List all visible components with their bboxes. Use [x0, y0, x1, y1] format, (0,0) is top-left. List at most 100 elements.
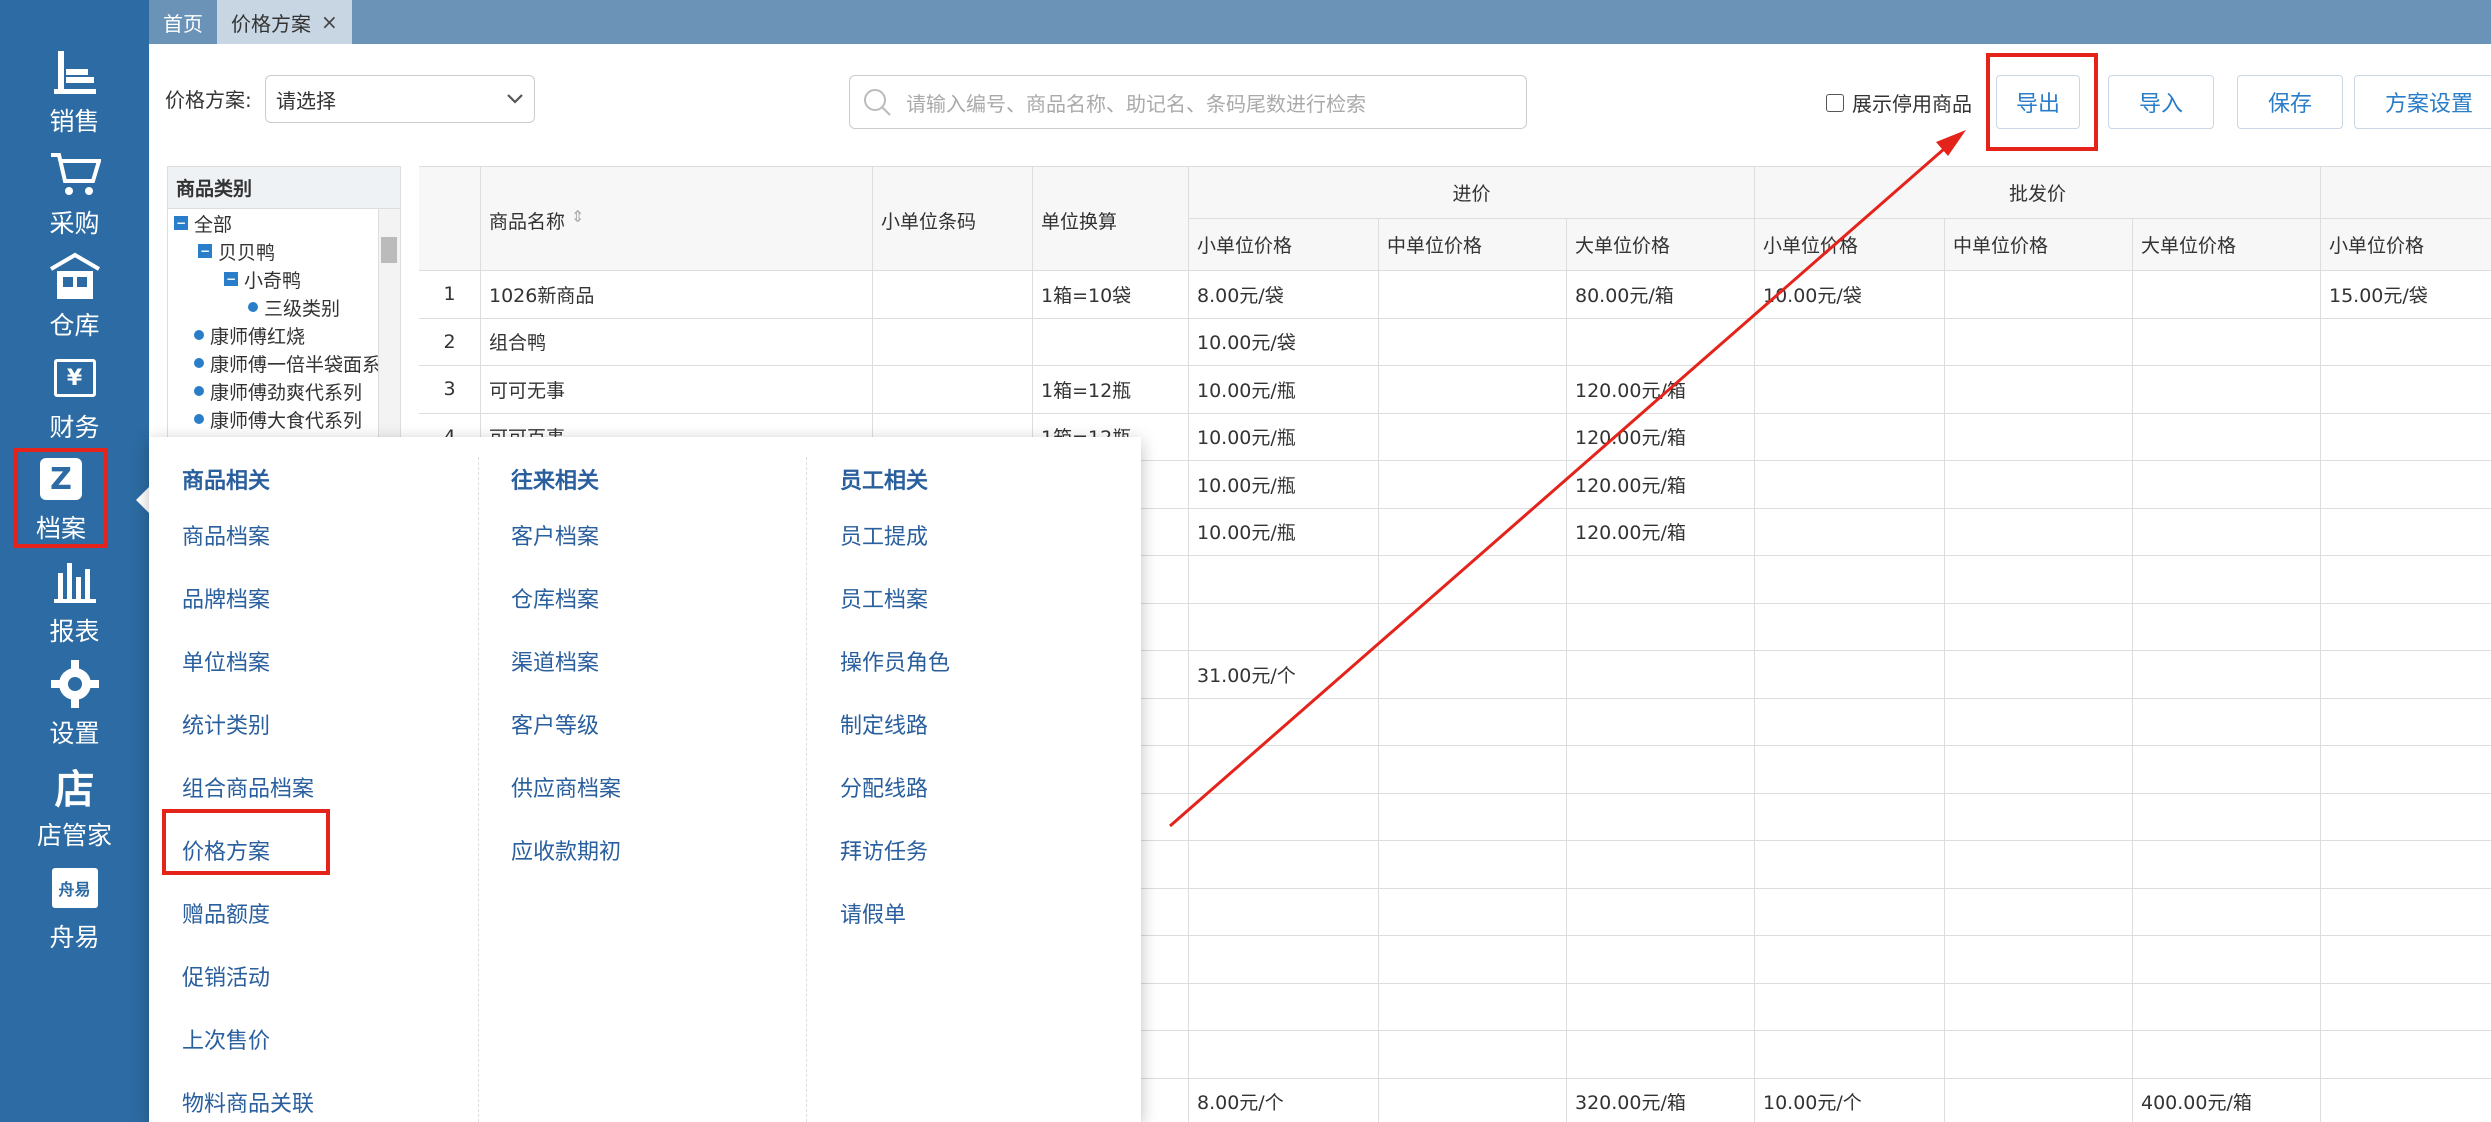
table-cell[interactable] [1567, 936, 1755, 984]
menu-item[interactable]: 操作员角色 [840, 645, 950, 677]
table-cell[interactable] [1189, 698, 1379, 746]
table-cell[interactable] [2321, 509, 2491, 556]
table-cell[interactable] [1189, 888, 1379, 936]
menu-item[interactable]: 客户档案 [511, 519, 599, 551]
table-cell[interactable] [1379, 271, 1567, 319]
show-disabled-toggle[interactable]: 展示停用商品 [1826, 88, 1972, 117]
menu-item[interactable]: 统计类别 [182, 708, 270, 740]
nav-gear[interactable]: 设置 [0, 652, 149, 754]
table-cell[interactable] [1945, 1078, 2133, 1122]
table-cell[interactable]: 80.00元/箱 [1567, 271, 1755, 319]
table-cell[interactable] [1755, 793, 1945, 841]
table-cell[interactable] [1379, 413, 1567, 461]
table-cell[interactable]: 10.00元/袋 [1189, 318, 1379, 366]
nav-cart[interactable]: 采购 [0, 142, 149, 244]
table-cell[interactable] [2321, 889, 2491, 936]
table-cell[interactable] [1189, 793, 1379, 841]
table-cell[interactable]: 15.00元/袋 [2321, 271, 2491, 319]
table-cell[interactable] [1379, 1031, 1567, 1079]
table-cell[interactable]: 10.00元/袋 [1755, 271, 1945, 319]
table-cell[interactable] [1945, 698, 2133, 746]
table-cell[interactable] [2133, 1031, 2321, 1079]
save-button[interactable]: 保存 [2237, 75, 2343, 129]
table-cell[interactable] [2321, 1079, 2491, 1122]
table-cell[interactable]: 可可无事 [481, 366, 873, 414]
table-cell[interactable] [2321, 556, 2491, 604]
menu-item[interactable]: 商品档案 [182, 519, 270, 551]
table-cell[interactable] [2321, 604, 2491, 651]
table-cell[interactable]: 1026新商品 [481, 271, 873, 319]
table-cell[interactable] [1189, 936, 1379, 984]
table-cell[interactable] [1945, 271, 2133, 319]
collapse-icon[interactable]: − [224, 272, 238, 286]
table-cell[interactable] [1755, 936, 1945, 984]
table-cell[interactable] [1379, 698, 1567, 746]
tree-item[interactable]: 三级类别 [168, 293, 400, 321]
table-cell[interactable] [1379, 461, 1567, 509]
table-cell[interactable] [1379, 888, 1567, 936]
table-cell[interactable] [1567, 983, 1755, 1031]
table-cell[interactable] [1945, 936, 2133, 984]
table-cell[interactable] [2321, 319, 2491, 366]
table-cell[interactable]: 400.00元/箱 [2133, 1078, 2321, 1122]
table-cell[interactable] [2133, 936, 2321, 984]
nav-zhouyi[interactable]: 舟易 舟易 [0, 856, 149, 958]
nav-archive[interactable]: Z 档案 [14, 448, 108, 548]
menu-item[interactable]: 促销活动 [182, 960, 270, 992]
table-cell[interactable] [1945, 556, 2133, 604]
scheme-settings-button[interactable]: 方案设置 [2354, 75, 2491, 129]
table-cell[interactable] [1379, 841, 1567, 889]
table-cell[interactable] [1945, 793, 2133, 841]
menu-item[interactable]: 客户等级 [511, 708, 599, 740]
menu-item[interactable]: 员工提成 [840, 519, 928, 551]
collapse-icon[interactable]: − [198, 244, 212, 258]
table-cell[interactable]: 8.00元/个 [1189, 1078, 1379, 1122]
nav-store[interactable]: 店店管家 [0, 754, 149, 856]
table-cell[interactable] [1755, 888, 1945, 936]
table-cell[interactable] [1379, 651, 1567, 699]
table-cell[interactable] [2321, 1031, 2491, 1079]
menu-item[interactable]: 品牌档案 [182, 582, 270, 614]
search-input[interactable]: 请输入编号、商品名称、助记名、条码尾数进行检索 [849, 75, 1527, 129]
table-cell[interactable]: 120.00元/箱 [1567, 366, 1755, 414]
table-cell[interactable] [1379, 983, 1567, 1031]
table-cell[interactable] [2321, 461, 2491, 509]
table-cell[interactable] [2133, 698, 2321, 746]
table-cell[interactable]: 10.00元/瓶 [1189, 366, 1379, 414]
table-cell[interactable] [1755, 318, 1945, 366]
menu-item[interactable]: 物料商品关联 [182, 1086, 314, 1118]
table-cell[interactable] [1379, 603, 1567, 651]
table-cell[interactable]: 10.00元/瓶 [1189, 508, 1379, 556]
table-cell[interactable] [2321, 794, 2491, 841]
table-cell[interactable] [2133, 366, 2321, 414]
tab-home[interactable]: 首页 [149, 0, 217, 44]
table-cell[interactable] [2133, 746, 2321, 794]
table-cell[interactable]: 120.00元/箱 [1567, 461, 1755, 509]
table-cell[interactable] [2321, 984, 2491, 1031]
table-cell[interactable] [2133, 556, 2321, 604]
tree-item[interactable]: 康师傅一倍半袋面系 [168, 349, 400, 377]
table-cell[interactable] [1755, 651, 1945, 699]
table-cell[interactable] [1033, 318, 1189, 366]
table-cell[interactable] [1189, 603, 1379, 651]
tree-scroll-thumb[interactable] [381, 237, 397, 263]
table-cell[interactable] [873, 271, 1033, 319]
import-button[interactable]: 导入 [2108, 75, 2214, 129]
table-cell[interactable] [1379, 746, 1567, 794]
table-cell[interactable] [1567, 793, 1755, 841]
table-cell[interactable] [1567, 651, 1755, 699]
table-cell[interactable] [1755, 413, 1945, 461]
tree-item[interactable]: − 小奇鸭 [168, 265, 400, 293]
table-cell[interactable]: 320.00元/箱 [1567, 1078, 1755, 1122]
menu-item[interactable]: 组合商品档案 [182, 771, 314, 803]
table-cell[interactable] [1189, 556, 1379, 604]
table-cell[interactable] [2133, 461, 2321, 509]
scheme-select[interactable]: 请选择 [265, 75, 535, 123]
table-cell[interactable] [2133, 841, 2321, 889]
table-cell[interactable] [1945, 888, 2133, 936]
table-cell[interactable] [2321, 414, 2491, 461]
table-cell[interactable] [1945, 983, 2133, 1031]
table-cell[interactable] [1755, 508, 1945, 556]
table-cell[interactable]: 120.00元/箱 [1567, 413, 1755, 461]
menu-item[interactable]: 赠品额度 [182, 897, 270, 929]
